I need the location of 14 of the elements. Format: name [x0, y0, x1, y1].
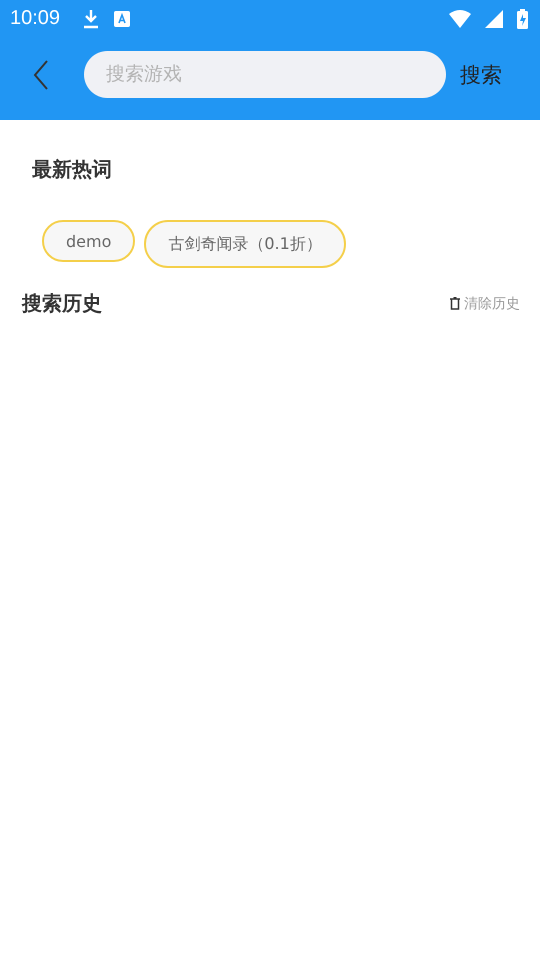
status-time: 10:09 [10, 7, 60, 30]
trash-icon [450, 297, 460, 310]
section-title: 搜索历史 [22, 290, 102, 317]
app-icon [114, 10, 130, 26]
wifi-icon [449, 10, 471, 28]
clear-history-button[interactable]: 清除历史 [450, 294, 520, 312]
search-field[interactable]: 搜索游戏 [84, 51, 446, 98]
battery-icon [517, 8, 528, 28]
section-title: 最新热词 [32, 156, 113, 183]
download-icon [82, 8, 100, 30]
hot-word-tag[interactable]: 古剑奇闻录（0.1折） [144, 220, 346, 268]
signal-icon [485, 10, 503, 28]
search-button[interactable]: 搜索 [460, 60, 502, 88]
hot-word-tag[interactable]: demo [42, 220, 136, 262]
